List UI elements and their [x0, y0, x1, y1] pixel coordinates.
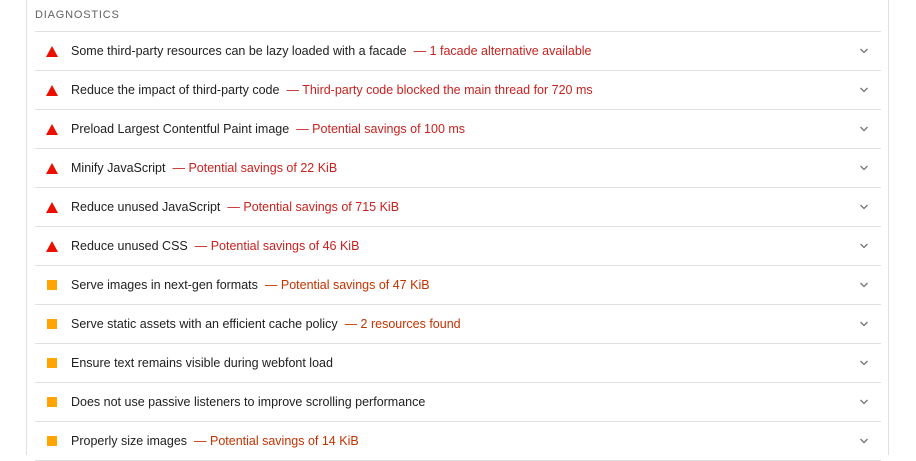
audit-row[interactable]: Some third-party resources can be lazy l…: [35, 32, 881, 71]
audit-row[interactable]: Serve images in next-gen formats — Potent…: [35, 266, 881, 305]
audit-title: Ensure text remains visible during webfo…: [71, 356, 333, 370]
audit-row[interactable]: Does not use passive listeners to improv…: [35, 383, 881, 422]
chevron-down-icon[interactable]: [859, 436, 869, 446]
audit-display-value: — Potential savings of 14 KiB: [194, 434, 359, 448]
audit-title: Minify JavaScript: [71, 161, 166, 175]
chevron-down-icon[interactable]: [859, 163, 869, 173]
audit-title: Reduce unused CSS: [71, 239, 188, 253]
audit-list: Some third-party resources can be lazy l…: [35, 31, 881, 461]
average-square-icon: [45, 397, 65, 407]
chevron-down-icon[interactable]: [859, 280, 869, 290]
fail-triangle-icon: [45, 45, 65, 57]
audit-display-value: — Potential savings of 100 ms: [296, 122, 466, 136]
fail-triangle-icon: [45, 201, 65, 213]
diagnostics-panel: DIAGNOSTICS Some third-party resources c…: [26, 0, 889, 461]
audit-display-value: — Potential savings of 46 KiB: [194, 239, 360, 253]
audit-title: Properly size images: [71, 434, 188, 448]
chevron-down-icon[interactable]: [859, 319, 869, 329]
audit-row[interactable]: Reduce the impact of third-party code — T…: [35, 71, 881, 110]
average-square-icon: [45, 358, 65, 368]
audit-display-value: — Potential savings of 715 KiB: [227, 200, 400, 214]
audit-title: Reduce the impact of third-party code: [71, 83, 280, 97]
audit-display-value: — 1 facade alternative available: [413, 44, 592, 58]
audit-title: Serve images in next-gen formats: [71, 278, 258, 292]
section-title: DIAGNOSTICS: [35, 9, 120, 21]
audit-display-value: — 2 resources found: [344, 317, 461, 331]
chevron-down-icon[interactable]: [859, 241, 869, 251]
audit-row[interactable]: Minify JavaScript — Potential savings of …: [35, 149, 881, 188]
fail-triangle-icon: [45, 240, 65, 252]
audit-display-value: — Potential savings of 47 KiB: [264, 278, 430, 292]
audit-title: Serve static assets with an efficient ca…: [71, 317, 338, 331]
audit-title: Reduce unused JavaScript: [71, 200, 221, 214]
audit-row[interactable]: Ensure text remains visible during webfo…: [35, 344, 881, 383]
chevron-down-icon[interactable]: [859, 358, 869, 368]
audit-row[interactable]: Preload Largest Contentful Paint image — …: [35, 110, 881, 149]
audit-display-value: — Third-party code blocked the main thre…: [286, 83, 593, 97]
audit-title: Preload Largest Contentful Paint image: [71, 122, 290, 136]
audit-display-value: — Potential savings of 22 KiB: [172, 161, 338, 175]
average-square-icon: [45, 436, 65, 446]
audit-row[interactable]: Reduce unused CSS — Potential savings of …: [35, 227, 881, 266]
audit-title: Some third-party resources can be lazy l…: [71, 44, 407, 58]
audit-row[interactable]: Properly size images — Potential savings …: [35, 422, 881, 461]
fail-triangle-icon: [45, 162, 65, 174]
average-square-icon: [45, 280, 65, 290]
audit-row[interactable]: Reduce unused JavaScript — Potential savi…: [35, 188, 881, 227]
chevron-down-icon[interactable]: [859, 124, 869, 134]
audit-title: Does not use passive listeners to improv…: [71, 395, 426, 409]
chevron-down-icon[interactable]: [859, 397, 869, 407]
chevron-down-icon[interactable]: [859, 202, 869, 212]
chevron-down-icon[interactable]: [859, 85, 869, 95]
chevron-down-icon[interactable]: [859, 46, 869, 56]
fail-triangle-icon: [45, 123, 65, 135]
average-square-icon: [45, 319, 65, 329]
audit-row[interactable]: Serve static assets with an efficient ca…: [35, 305, 881, 344]
fail-triangle-icon: [45, 84, 65, 96]
